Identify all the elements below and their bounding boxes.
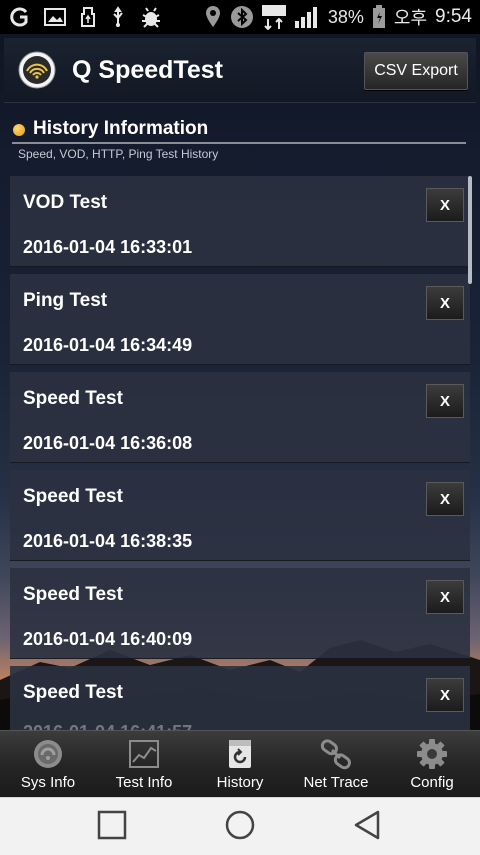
tab-sys-info[interactable]: Sys Info (0, 731, 96, 798)
section-subtitle: Speed, VOD, HTTP, Ping Test History (18, 147, 219, 161)
history-item-title: Ping Test (23, 290, 108, 311)
bug-icon (140, 0, 162, 34)
app-header: Q SpeedTest CSV Export (4, 38, 476, 103)
tab-config[interactable]: Config (384, 731, 480, 798)
app-notification-icon (8, 0, 30, 34)
status-time: 9:54 (435, 6, 472, 27)
history-item-title: VOD Test (23, 192, 108, 213)
history-list[interactable]: VOD Test 2016-01-04 16:33:01 X Ping Test… (0, 172, 480, 730)
app-title: Q SpeedTest (72, 56, 223, 84)
history-item[interactable]: Speed Test 2016-01-04 16:41:57 X (10, 666, 470, 730)
history-item[interactable]: VOD Test 2016-01-04 16:33:01 X (10, 176, 470, 267)
sys-info-icon (34, 740, 62, 768)
tab-label: Config (410, 774, 454, 791)
battery-percent: 38% (327, 6, 364, 27)
delete-button[interactable]: X (426, 286, 464, 320)
tab-test-info[interactable]: Test Info (96, 731, 192, 798)
bluetooth-icon (230, 0, 254, 34)
history-item[interactable]: Ping Test 2016-01-04 16:34:49 X (10, 274, 470, 365)
bottom-tab-bar: Sys Info Test Info History Net Trace Con… (0, 730, 480, 798)
history-item[interactable]: Speed Test 2016-01-04 16:40:09 X (10, 568, 470, 659)
tab-net-trace[interactable]: Net Trace (288, 731, 384, 798)
chain-link-icon (320, 739, 351, 770)
csv-export-button[interactable]: CSV Export (364, 52, 468, 90)
delete-button[interactable]: X (426, 482, 464, 516)
history-item-title: Speed Test (23, 682, 123, 703)
history-item-title: Speed Test (23, 486, 123, 507)
history-item-time: 2016-01-04 16:36:08 (23, 433, 193, 453)
tab-label: Net Trace (303, 774, 369, 791)
scrollbar[interactable] (468, 176, 472, 284)
back-icon[interactable] (348, 808, 388, 844)
section-title: History Information (33, 118, 209, 139)
history-item-title: Speed Test (23, 584, 123, 605)
delete-button[interactable]: X (426, 188, 464, 222)
history-item-time: 2016-01-04 16:33:01 (23, 237, 193, 257)
history-item-time: 2016-01-04 16:38:35 (23, 531, 193, 551)
delete-button[interactable]: X (426, 580, 464, 614)
chart-icon (129, 740, 159, 768)
app-logo-icon (18, 51, 56, 89)
home-icon[interactable] (220, 808, 260, 844)
recent-apps-icon[interactable] (92, 808, 132, 844)
tab-label: Sys Info (20, 774, 76, 791)
history-item[interactable]: Speed Test 2016-01-04 16:36:08 X (10, 372, 470, 463)
tab-label: History (216, 774, 264, 791)
tab-history[interactable]: History (192, 731, 288, 798)
history-item[interactable]: Speed Test 2016-01-04 16:38:35 X (10, 470, 470, 561)
usb-icon (110, 0, 126, 34)
signal-strength-icon (294, 0, 320, 34)
history-item-time: 2016-01-04 16:40:09 (23, 629, 193, 649)
status-ampm: 오후 (393, 8, 428, 28)
history-icon (229, 740, 251, 768)
delete-button[interactable]: X (426, 384, 464, 418)
location-icon (204, 0, 222, 34)
history-item-title: Speed Test (23, 388, 123, 409)
usb-storage-icon (80, 0, 96, 34)
history-item-time: 2016-01-04 16:41:57 (23, 722, 192, 730)
status-bar: 38% 오후 9:54 (0, 0, 480, 34)
battery-icon (372, 0, 386, 34)
history-item-time: 2016-01-04 16:34:49 (23, 335, 193, 355)
delete-button[interactable]: X (426, 678, 464, 712)
section-divider (12, 142, 466, 144)
system-navigation-bar (0, 797, 480, 855)
section-bullet-icon (13, 124, 25, 136)
gear-icon (417, 739, 447, 769)
image-icon (44, 0, 66, 34)
tab-label: Test Info (115, 774, 173, 791)
lte-signal-icon (261, 0, 286, 34)
